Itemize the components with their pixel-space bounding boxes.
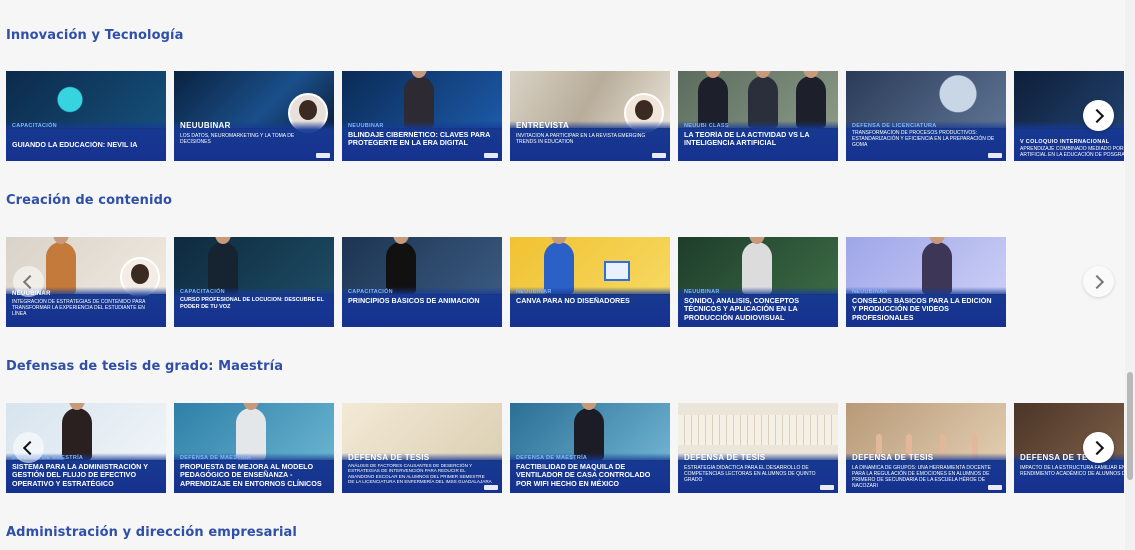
brand-logo: [988, 153, 1002, 158]
carousel-next-button[interactable]: [1083, 432, 1114, 463]
card-thumbnail: [510, 237, 670, 294]
carousel-innovacion: CAPACITACIÓN GUIANDO LA EDUCACIÓN: NEVIL…: [6, 71, 1124, 161]
card-title: BLINDAJE CIBERNÉTICO: CLAVES PARA PROTEG…: [348, 131, 491, 148]
card-tag: V COLOQUIO INTERNACIONAL: [1020, 139, 1110, 145]
card-title: SONIDO, ANÁLISIS, CONCEPTOS TÉCNICOS Y A…: [684, 297, 800, 322]
card-title: ESTRATEGIA DIDÁCTICA PARA EL DESARROLLO …: [684, 465, 816, 483]
card-tag: NEUUBINAR: [348, 123, 384, 129]
card-title: PROPUESTA DE MEJORA AL MODELO PEDAGÓGICO…: [180, 463, 322, 488]
video-card[interactable]: NEUUBINAR CANVA PARA NO DISEÑADORES: [510, 237, 670, 327]
card-thumbnail: [342, 237, 502, 294]
card-thumbnail: [846, 71, 1006, 128]
card-title: CONSEJOS BÁSICOS PARA LA EDICIÓN Y PRODU…: [852, 297, 992, 322]
card-thumbnail: [342, 403, 502, 460]
video-card[interactable]: NEUUBINAR BLINDAJE CIBERNÉTICO: CLAVES P…: [342, 71, 502, 161]
card-tag: NEUUBINAR: [180, 121, 231, 130]
chevron-right-icon: [1089, 108, 1105, 123]
brand-logo: [316, 153, 330, 158]
card-thumbnail: [6, 71, 166, 128]
card-tag: DEFENSA DE TESIS: [684, 453, 766, 462]
video-card[interactable]: NEUUBINAR SONIDO, ANÁLISIS, CONCEPTOS TÉ…: [678, 237, 838, 327]
video-card[interactable]: DEFENSA DE MAESTRÍA FACTIBILIDAD DE MAQU…: [510, 403, 670, 493]
card-tag: DEFENSA DE MAESTRÍA: [180, 455, 252, 461]
card-title: CURSO PROFESIONAL DE LOCUCIÓN: DESCUBRE …: [180, 297, 324, 310]
card-title: FACTIBILIDAD DE MAQUILA DE VENTILADOR DE…: [516, 463, 651, 488]
card-title: PRINCIPIOS BÁSICOS DE ANIMACIÓN: [348, 297, 480, 305]
chevron-right-icon: [1089, 274, 1105, 289]
chevron-right-icon: [1089, 440, 1105, 455]
carousel-next-button[interactable]: [1083, 266, 1114, 297]
page-scrollbar[interactable]: [1125, 0, 1135, 550]
scrollbar-thumb[interactable]: [1127, 372, 1133, 480]
books-graphic: [678, 415, 838, 445]
video-card[interactable]: DEFENSA DE TESIS LA DINÁMICA DE GRUPOS: …: [846, 403, 1006, 493]
brand-logo: [484, 153, 498, 158]
section-title-creacion: Creación de contenido: [6, 193, 173, 208]
card-title: LA TEORÍA DE LA ACTIVIDAD VS LA INTELIGE…: [684, 131, 810, 148]
card-title: CANVA PARA NO DISEÑADORES: [516, 297, 630, 305]
card-title: LA DINÁMICA DE GRUPOS: UNA HERRAMIENTA D…: [852, 465, 991, 489]
carousel-defensas: DEFENSA DE MAESTRÍA SISTEMA PARA LA ADMI…: [6, 403, 1124, 493]
video-card[interactable]: CAPACITACIÓN PRINCIPIOS BÁSICOS DE ANIMA…: [342, 237, 502, 327]
card-tag: DEFENSA DE TESIS: [348, 453, 430, 462]
card-tag: NEUUBINAR: [684, 289, 720, 295]
video-card[interactable]: DEFENSA DE TESIS ESTRATEGIA DIDÁCTICA PA…: [678, 403, 838, 493]
section-title-administracion: Administración y dirección empresarial: [6, 525, 297, 540]
card-thumbnail: [174, 237, 334, 294]
video-card[interactable]: CAPACITACIÓN CURSO PROFESIONAL DE LOCUCI…: [174, 237, 334, 327]
section-title-innovacion: Innovación y Tecnología: [6, 28, 184, 43]
brand-logo: [484, 485, 498, 490]
card-tag: ENTREVISTA: [516, 121, 570, 130]
brand-logo: [988, 485, 1002, 490]
card-thumbnail: [846, 403, 1006, 460]
card-tag: CAPACITACIÓN: [180, 289, 225, 295]
card-title: SISTEMA PARA LA ADMINISTRACIÓN Y GESTIÓN…: [12, 463, 148, 488]
section-title-defensas: Defensas de tesis de grado: Maestría: [6, 359, 284, 374]
card-tag: NEUUBINAR: [852, 289, 888, 295]
card-tag: DEFENSA DE MAESTRÍA: [516, 455, 588, 461]
chevron-left-icon: [22, 440, 38, 455]
card-title: APRENDIZAJE COMBINADO MEDIADO POR INTELI…: [1020, 146, 1124, 158]
card-tag: CAPACITACIÓN: [12, 123, 57, 129]
card-title: IMPACTO DE LA ESTRUCTURA FAMILIAR EN EL …: [1020, 465, 1124, 477]
card-tag: DEFENSA DE LICENCIATURA: [852, 123, 937, 129]
video-card[interactable]: DEFENSA DE MAESTRÍA PROPUESTA DE MEJORA …: [174, 403, 334, 493]
card-title: TRANSFORMACIÓN DE PROCESOS PRODUCTIVOS: …: [852, 130, 995, 148]
brand-logo: [652, 153, 666, 158]
card-title: LOS DATOS, NEUROMARKETING Y LA TOMA DE D…: [180, 133, 295, 145]
video-card[interactable]: DEFENSA DE TESIS ANÁLISIS DE FACTORES CA…: [342, 403, 502, 493]
card-tag: CAPACITACIÓN: [348, 289, 393, 295]
card-title: INVITACIÓN A PARTICIPAR EN LA REVISTA EM…: [516, 133, 646, 145]
video-card[interactable]: CAPACITACIÓN GUIANDO LA EDUCACIÓN: NEVIL…: [6, 71, 166, 161]
chevron-left-icon: [22, 274, 38, 289]
brand-logo: [820, 485, 834, 490]
card-tag: DEFENSA DE TESIS: [852, 453, 934, 462]
video-card[interactable]: NEUUBINAR CONSEJOS BÁSICOS PARA LA EDICI…: [846, 237, 1006, 327]
video-card[interactable]: ENTREVISTA INVITACIÓN A PARTICIPAR EN LA…: [510, 71, 670, 161]
video-card[interactable]: NEUUBINAR LOS DATOS, NEUROMARKETING Y LA…: [174, 71, 334, 161]
carousel-creacion: NEUUBINAR INTEGRACIÓN DE ESTRATEGIAS DE …: [6, 237, 1124, 327]
carousel-prev-button[interactable]: [13, 432, 44, 463]
card-title: INTEGRACIÓN DE ESTRATEGIAS DE CONTENIDO …: [12, 299, 146, 317]
carousel-next-button[interactable]: [1083, 100, 1114, 131]
card-tag: NEUUBINAR: [516, 289, 552, 295]
card-tag: NEUUBI CLASS: [684, 123, 729, 129]
card-title: ANÁLISIS DE FACTORES CAUSANTES DE DESERC…: [348, 463, 492, 485]
video-card[interactable]: DEFENSA DE LICENCIATURA TRANSFORMACIÓN D…: [846, 71, 1006, 161]
screen-graphic: [604, 261, 630, 281]
carousel-prev-button[interactable]: [13, 266, 44, 297]
card-title: GUIANDO LA EDUCACIÓN: NEVIL IA: [12, 141, 138, 149]
video-card[interactable]: NEUUBI CLASS LA TEORÍA DE LA ACTIVIDAD V…: [678, 71, 838, 161]
